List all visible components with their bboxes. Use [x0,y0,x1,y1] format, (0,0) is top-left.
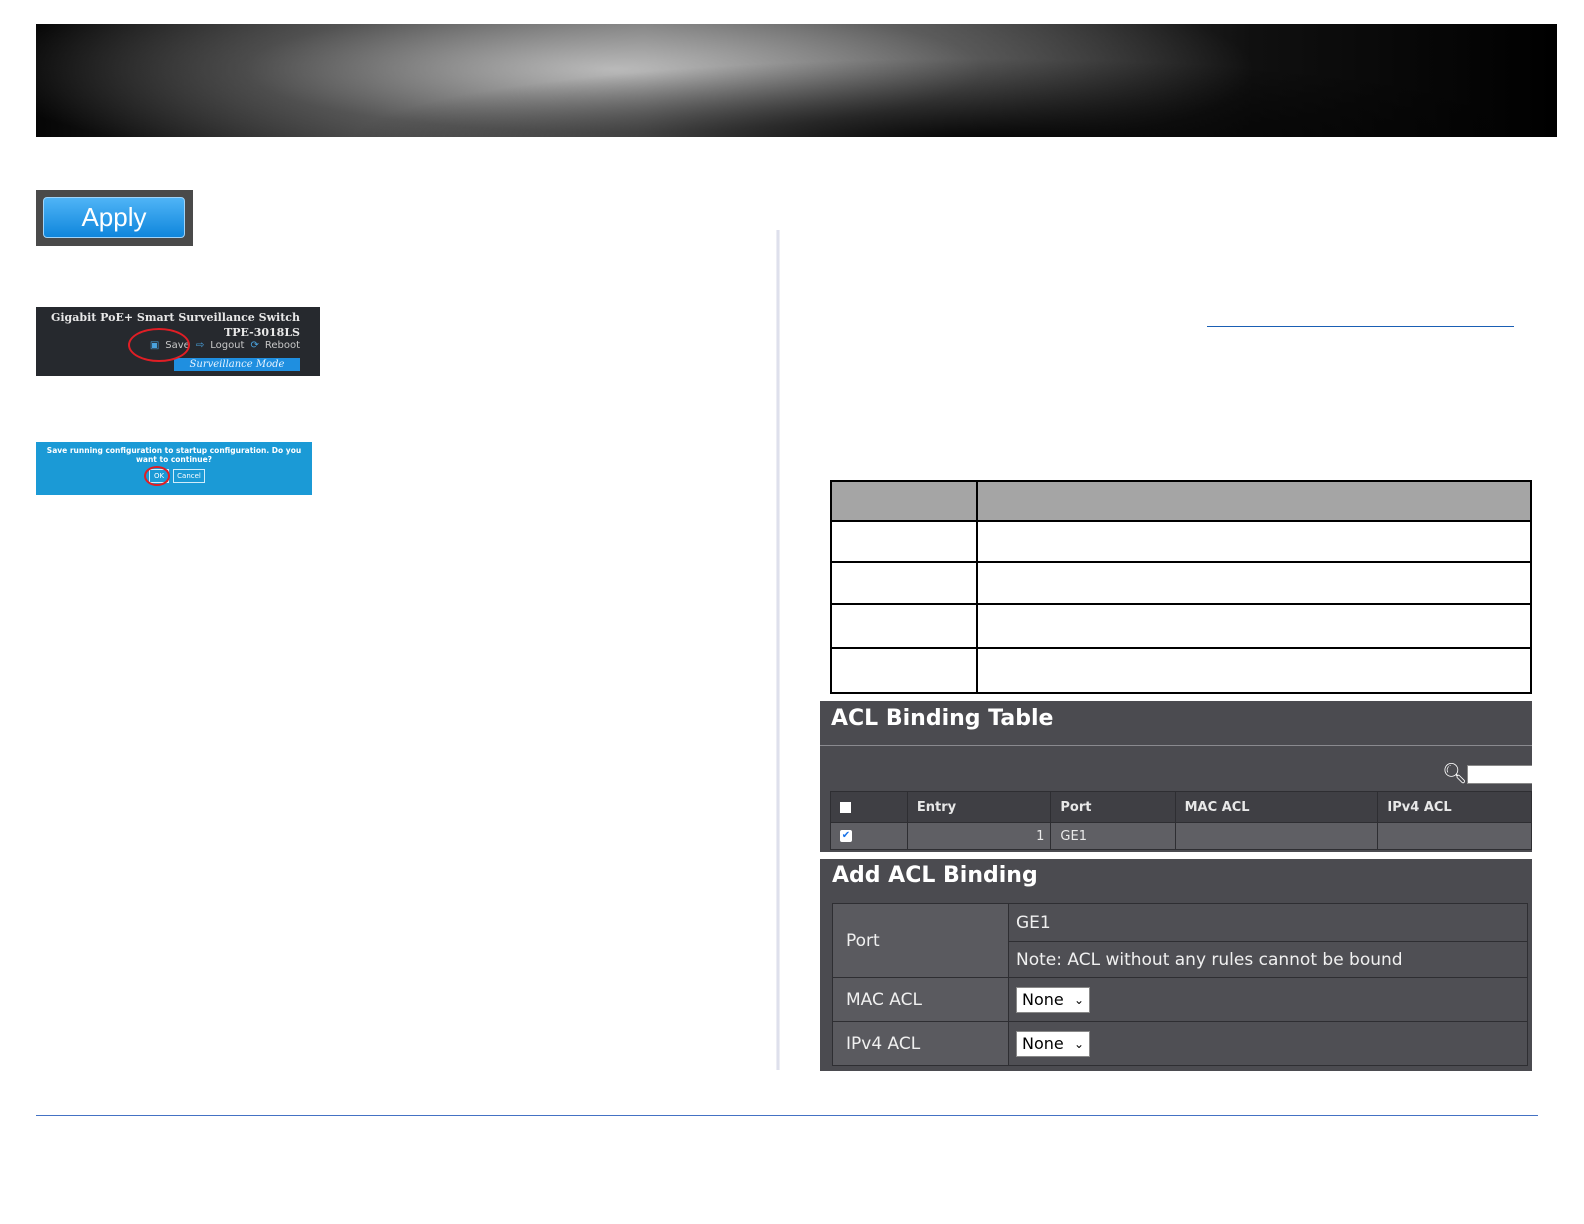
cancel-button[interactable]: Cancel [173,469,205,483]
table-cell [976,561,1532,605]
logout-icon: ⇨ [195,340,205,351]
mac-acl-cell [1174,822,1379,850]
reboot-icon: ⟳ [250,340,259,351]
mac-acl-cell: None ⌄ [1008,977,1528,1022]
ipv4-acl-cell: None ⌄ [1008,1021,1528,1066]
ipv4-acl-selected: None [1022,1033,1064,1053]
confirm-dialog-screenshot: Save running configuration to startup co… [36,442,312,495]
add-acl-binding-panel: Add ACL Binding Port GE1 Note: ACL witho… [820,859,1532,1071]
table-cell [976,603,1532,649]
ipv4-acl-select[interactable]: None ⌄ [1016,1030,1090,1057]
dialog-message: Save running configuration to startup co… [46,446,302,464]
port-label: Port [832,903,1009,978]
add-acl-binding-form: Port GE1 Note: ACL without any rules can… [832,903,1528,1066]
ipv4-acl-label: IPv4 ACL [832,1021,1009,1066]
port-cell: GE1 [1050,822,1176,850]
table-cell [830,561,978,605]
table-cell [830,520,978,563]
port-value: GE1 [1008,903,1528,942]
entry-cell: 1 [906,822,1052,850]
apply-button-screenshot: Apply [36,190,193,246]
mac-acl-label: MAC ACL [832,977,1009,1022]
description-table [830,480,1532,694]
hyperlink-underline[interactable] [1207,326,1514,327]
mac-acl-select[interactable]: None ⌄ [1016,986,1090,1013]
table-cell [976,520,1532,563]
apply-button[interactable]: Apply [43,197,185,238]
column-header-mac-acl[interactable]: MAC ACL [1174,791,1379,823]
panel-title: ACL Binding Table [831,706,1054,731]
chevron-down-icon: ⌄ [1073,1036,1084,1051]
binding-note: Note: ACL without any rules cannot be bo… [1008,941,1528,978]
divider [820,745,1532,746]
acl-binding-table-panel: ACL Binding Table 🔍︎ Entry Port MAC ACL … [820,701,1532,852]
row-checkbox-checked[interactable]: ✔ [840,830,852,842]
reboot-link[interactable]: Reboot [265,340,300,351]
panel-title: Add ACL Binding [832,863,1038,888]
row-select-cell: ✔ [830,822,908,850]
table-row[interactable]: ✔ 1 GE1 [830,822,1532,850]
table-header-cell [976,480,1532,522]
ipv4-acl-cell [1377,822,1532,850]
select-all-checkbox[interactable] [840,801,851,813]
acl-binding-grid: Entry Port MAC ACL IPv4 ACL ✔ 1 GE1 [830,791,1532,850]
chevron-down-icon: ⌄ [1073,992,1084,1007]
column-header-entry[interactable]: Entry [906,791,1052,823]
footer-rule [36,1115,1538,1116]
product-model: TPE-3018LS [224,326,300,339]
search-icon[interactable]: 🔍︎ [1442,763,1467,783]
save-screenshot: Gigabit PoE+ Smart Surveillance Switch T… [36,307,320,376]
table-header-cell [830,480,978,522]
table-cell [830,647,978,694]
column-header-ipv4-acl[interactable]: IPv4 ACL [1377,791,1532,823]
product-title: Gigabit PoE+ Smart Surveillance Switch [50,311,300,324]
select-all-header [830,791,908,823]
table-cell [976,647,1532,694]
logout-link[interactable]: Logout [210,340,244,351]
highlight-circle [128,328,190,362]
table-cell [830,603,978,649]
column-divider [776,230,780,1070]
mac-acl-selected: None [1022,989,1064,1009]
column-header-port[interactable]: Port [1050,791,1176,823]
search-input[interactable] [1467,765,1532,784]
header-banner [36,24,1557,137]
highlight-circle [144,466,170,486]
surveillance-mode-button[interactable]: Surveillance Mode [174,358,300,371]
